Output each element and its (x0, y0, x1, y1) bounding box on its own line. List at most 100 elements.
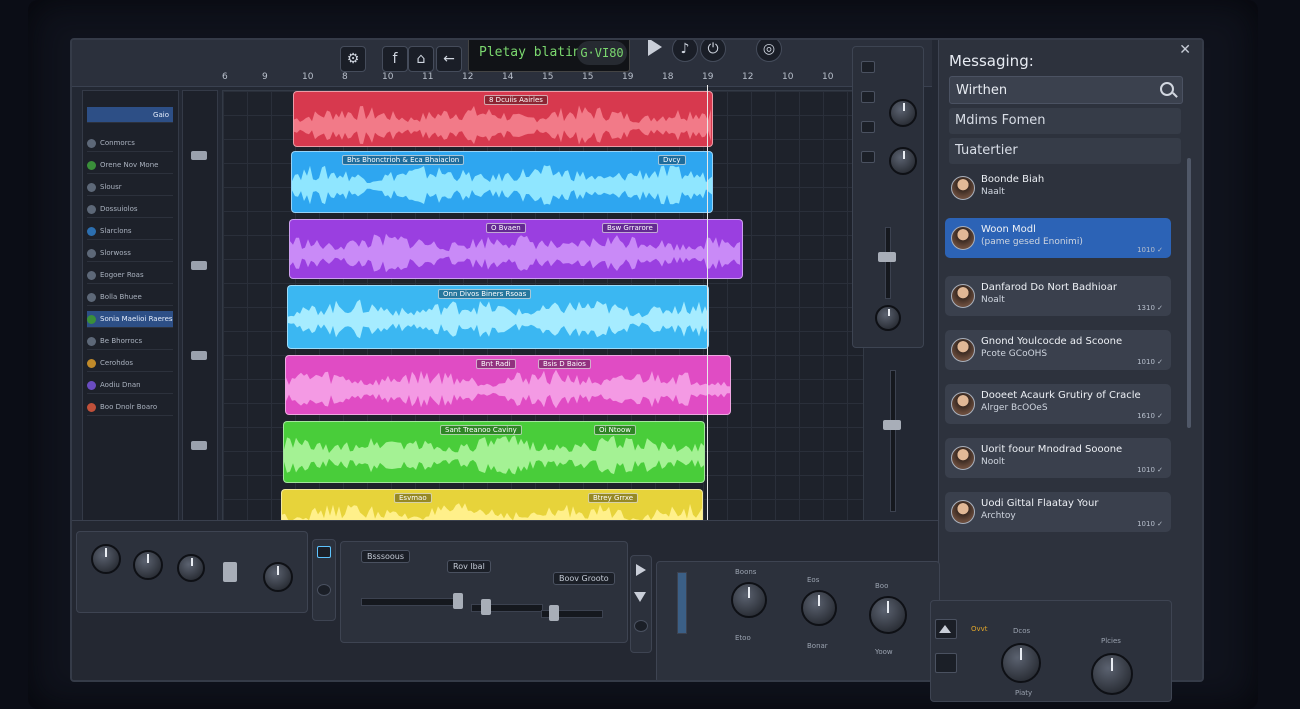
power-icon[interactable]: ⏻ (700, 40, 726, 62)
step-button[interactable] (935, 653, 957, 673)
home-icon[interactable]: ⌂ (408, 46, 434, 72)
timeline-ruler[interactable]: 6 9 10 8 10 11 12 14 15 15 19 18 19 12 1… (222, 72, 922, 86)
track-row[interactable]: Dossuiolos (87, 201, 173, 218)
audio-clip[interactable]: Bhs Bhonctrioh & Eca Bhaiaclon Dvcy (291, 151, 713, 213)
button[interactable] (223, 562, 237, 582)
track-row[interactable]: Conmorcs (87, 135, 173, 152)
track-row[interactable]: Aodiu Dnan (87, 377, 173, 394)
strip-button[interactable] (861, 121, 875, 133)
knob[interactable] (731, 582, 767, 618)
track-row[interactable]: Slorwoss (87, 245, 173, 262)
contact-item[interactable]: Gnond Youlcocde ad Scoone Pcote GCoOHS 1… (945, 330, 1171, 370)
messaging-scrollbar[interactable] (1187, 158, 1191, 428)
knob[interactable] (263, 562, 293, 592)
bank-button[interactable]: Bsssoous (361, 550, 411, 563)
contact-item[interactable]: Danfarod Do Nort Badhioar Noalt 1310 ✓ (945, 276, 1171, 316)
track-icon (87, 138, 96, 148)
h-fader-handle[interactable] (481, 599, 491, 615)
strip-button[interactable] (861, 61, 875, 73)
playhead[interactable] (707, 85, 708, 565)
strip-button[interactable] (861, 151, 875, 163)
filter-item[interactable]: Tuatertier (949, 138, 1181, 164)
bank-button[interactable]: Rov lbal (447, 560, 491, 573)
track-row[interactable]: Bolla Bhuee (87, 289, 173, 306)
track-fader-handle[interactable] (191, 441, 207, 450)
track-row[interactable]: Eogoer Roas (87, 267, 173, 284)
audio-clip[interactable]: Bnt Radi Bsis D Baios (285, 355, 731, 415)
knob[interactable] (177, 554, 205, 582)
search-input[interactable] (950, 77, 1158, 103)
track-row[interactable]: Orene Nov Mone (87, 157, 173, 174)
knob-label: Boo (875, 582, 889, 590)
arrangement-view[interactable]: 8 Dcuiis Aairles Bhs Bhonctrioh & Eca Bh… (222, 85, 864, 565)
knob[interactable] (133, 550, 163, 580)
track-fader-handle[interactable] (191, 351, 207, 360)
knob[interactable] (801, 590, 837, 626)
ruler-tick: 10 (782, 72, 794, 82)
back-arrow-icon[interactable]: ← (436, 46, 462, 72)
bottom-console: Bsssoous Rov lbal Boov Grooto Boons Eos … (72, 520, 940, 680)
track-icon (87, 160, 96, 170)
settings-icon[interactable]: ⚙ (340, 46, 366, 72)
knob[interactable] (869, 596, 907, 634)
track-row[interactable]: Slarclons (87, 223, 173, 240)
contact-name: Danfarod Do Nort Badhioar (981, 282, 1117, 293)
loop-icon[interactable] (634, 620, 648, 632)
knob-label: Dcos (1013, 627, 1031, 635)
solo-button[interactable] (317, 584, 331, 596)
waveform (290, 233, 740, 273)
audio-clip[interactable]: Onn Divos Biners Rsoas (287, 285, 709, 349)
down-arrow-icon[interactable] (634, 592, 646, 602)
master-fader-handle[interactable] (883, 420, 901, 430)
messaging-panel: Messaging: ✕ Mdims Fomen Tuatertier Boon… (938, 40, 1202, 680)
contact-item[interactable]: Woon Modl (pame gesed Enonimi) 1010 ✓ (945, 218, 1171, 258)
bank-button[interactable]: Boov Grooto (553, 572, 615, 585)
search-icon[interactable] (1160, 82, 1174, 96)
avatar (951, 338, 975, 362)
track-row[interactable]: Be Bhorrocs (87, 333, 173, 350)
time-display: G·VI80 (577, 41, 627, 65)
contact-item[interactable]: Dooeet Acaurk Grutiry of Cracle Alrger B… (945, 384, 1171, 424)
ruler-tick: 9 (262, 72, 268, 82)
contact-name: Boonde Biah (981, 174, 1045, 185)
contact-item[interactable]: Boonde Biah Naalt (945, 168, 1171, 208)
track-row[interactable]: Sonia Maelioi Raeres (87, 311, 173, 328)
metronome-icon[interactable]: ♪ (672, 40, 698, 62)
h-fader-handle[interactable] (549, 605, 559, 621)
audio-clip[interactable]: O Bvaen Bsw Grrarore (289, 219, 743, 279)
filter-item[interactable]: Mdims Fomen (949, 108, 1181, 134)
strip-button[interactable] (861, 91, 875, 103)
message-time: 1010 ✓ (1137, 520, 1163, 528)
play-icon[interactable] (636, 564, 646, 576)
contact-item[interactable]: Uodi Gittal Flaatay Your Archtoy 1010 ✓ (945, 492, 1171, 532)
track-fader-handle[interactable] (191, 151, 207, 160)
track-row[interactable]: Slousr (87, 179, 173, 196)
knob[interactable] (91, 544, 121, 574)
contact-item[interactable]: Uorit foour Mnodrad Sooone Noolt 1010 ✓ (945, 438, 1171, 478)
strip-fader-handle[interactable] (878, 252, 896, 262)
audio-clip[interactable]: Sant Treanoo Caviny Oi Ntoow (283, 421, 705, 483)
gain-knob[interactable] (889, 99, 917, 127)
track-list-header-button[interactable]: Gaio (87, 107, 173, 123)
loop-button[interactable] (317, 546, 331, 558)
avatar (951, 176, 975, 200)
messaging-title: Messaging: (949, 52, 1034, 70)
audio-clip[interactable]: 8 Dcuiis Aairles (293, 91, 713, 147)
play-icon[interactable] (648, 40, 662, 56)
strip-fader-track (885, 227, 891, 299)
track-icon (87, 292, 96, 302)
knob[interactable] (1001, 643, 1041, 683)
track-row[interactable]: Boo Dnolr Boaro (87, 399, 173, 416)
h-fader-handle[interactable] (453, 593, 463, 609)
ruler-tick: 10 (302, 72, 314, 82)
send-knob[interactable] (875, 305, 901, 331)
pan-knob[interactable] (889, 147, 917, 175)
track-fader-handle[interactable] (191, 261, 207, 270)
facebook-icon[interactable]: f (382, 46, 408, 72)
contact-name: Gnond Youlcocde ad Scoone (981, 336, 1123, 347)
record-icon[interactable]: ◎ (756, 40, 782, 62)
close-icon[interactable]: ✕ (1179, 42, 1191, 58)
track-row[interactable]: Cerohdos (87, 355, 173, 372)
knob[interactable] (1091, 653, 1133, 695)
ruler-tick: 18 (662, 72, 674, 82)
